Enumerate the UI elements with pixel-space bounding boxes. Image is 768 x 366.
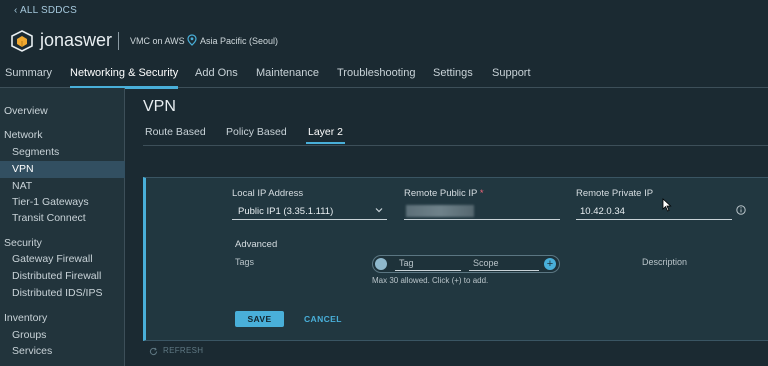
tags-label: Tags bbox=[235, 257, 255, 267]
sddc-cube-icon bbox=[11, 30, 33, 52]
tab-settings[interactable]: Settings bbox=[433, 67, 473, 79]
sidebar-item-transit-connect[interactable]: Transit Connect bbox=[0, 210, 125, 227]
save-button[interactable]: SAVE bbox=[235, 311, 284, 327]
back-link-label[interactable]: ALL SDDCS bbox=[20, 5, 77, 16]
location-pin-icon bbox=[187, 34, 197, 46]
local-ip-select[interactable]: Public IP1 (3.35.1.111) bbox=[232, 202, 387, 220]
main-content: VPN Route Based Policy Based Layer 2 Loc… bbox=[125, 88, 768, 366]
sidebar-item-services[interactable]: Services bbox=[0, 343, 125, 360]
remote-private-ip-label: Remote Private IP bbox=[576, 188, 654, 199]
sidebar-item-overview[interactable]: Overview bbox=[4, 105, 48, 117]
top-bar: ‹ ALL SDDCS jonaswer VMC on AWS Asia Pac… bbox=[0, 0, 768, 62]
add-tag-icon[interactable]: + bbox=[544, 258, 556, 270]
header-divider bbox=[118, 32, 119, 50]
subtab-route-based[interactable]: Route Based bbox=[145, 126, 206, 138]
refresh-label[interactable]: REFRESH bbox=[163, 346, 203, 355]
required-mark: * bbox=[479, 188, 484, 199]
cancel-button[interactable]: CANCEL bbox=[304, 311, 342, 327]
remote-public-ip-label: Remote Public IP * bbox=[404, 188, 484, 199]
subtab-layer-2[interactable]: Layer 2 bbox=[305, 126, 346, 144]
sidebar-item-distributed-ids-ips[interactable]: Distributed IDS/IPS bbox=[0, 285, 125, 302]
main-tabs: Summary Networking & Security Add Ons Ma… bbox=[0, 62, 768, 89]
chevron-down-icon bbox=[375, 208, 383, 213]
mouse-cursor-icon bbox=[662, 198, 672, 212]
remote-private-ip-input[interactable]: 10.42.0.34 bbox=[576, 202, 732, 220]
region-label: Asia Pacific (Seoul) bbox=[200, 36, 279, 46]
page-title: VPN bbox=[143, 98, 176, 115]
tag-input-group: Tag Scope + bbox=[372, 255, 560, 273]
back-link[interactable]: ‹ ALL SDDCS bbox=[14, 5, 77, 16]
sidebar-item-nat[interactable]: NAT bbox=[0, 178, 125, 195]
sidebar-item-gateway-firewall[interactable]: Gateway Firewall bbox=[0, 251, 125, 268]
tab-summary[interactable]: Summary bbox=[5, 67, 52, 79]
remote-public-ip-label-text: Remote Public IP bbox=[404, 188, 478, 199]
tab-add-ons[interactable]: Add Ons bbox=[195, 67, 238, 79]
advanced-label: Advanced bbox=[235, 239, 278, 250]
sddc-name: jonaswer bbox=[40, 30, 113, 50]
sidebar: Overview Network Segments VPN NAT Tier-1… bbox=[0, 88, 125, 366]
redacted-value bbox=[406, 205, 474, 217]
refresh-button[interactable]: REFRESH bbox=[149, 346, 203, 356]
sidebar-item-tier1-gateways[interactable]: Tier-1 Gateways bbox=[0, 194, 125, 211]
provider-label: VMC on AWS bbox=[130, 36, 185, 46]
local-ip-value: Public IP1 (3.35.1.111) bbox=[238, 206, 334, 217]
sidebar-item-groups[interactable]: Groups bbox=[0, 327, 125, 344]
scope-input[interactable]: Scope bbox=[469, 258, 539, 271]
tag-icon bbox=[375, 258, 387, 270]
sidebar-heading-security: Security bbox=[4, 237, 42, 249]
sidebar-item-distributed-firewall[interactable]: Distributed Firewall bbox=[0, 268, 125, 285]
description-label: Description bbox=[642, 257, 688, 267]
subtab-divider bbox=[143, 145, 768, 146]
tab-maintenance[interactable]: Maintenance bbox=[256, 67, 319, 79]
local-ip-label: Local IP Address bbox=[232, 188, 304, 199]
tab-networking-security[interactable]: Networking & Security bbox=[70, 67, 179, 89]
sidebar-heading-inventory: Inventory bbox=[4, 312, 48, 324]
sidebar-item-segments[interactable]: Segments bbox=[0, 144, 125, 161]
info-icon[interactable] bbox=[736, 205, 746, 215]
refresh-icon bbox=[149, 347, 158, 356]
sidebar-heading-network: Network bbox=[4, 129, 43, 141]
l2-vpn-form-card: Local IP Address Public IP1 (3.35.1.111)… bbox=[143, 177, 768, 341]
sidebar-item-vpn[interactable]: VPN bbox=[0, 161, 125, 178]
remote-public-ip-input[interactable] bbox=[404, 202, 560, 220]
tab-support[interactable]: Support bbox=[492, 67, 531, 79]
tags-hint: Max 30 allowed. Click (+) to add. bbox=[372, 276, 489, 285]
tag-input[interactable]: Tag bbox=[395, 258, 461, 271]
subtab-policy-based[interactable]: Policy Based bbox=[226, 126, 287, 138]
tab-troubleshooting[interactable]: Troubleshooting bbox=[337, 67, 415, 79]
